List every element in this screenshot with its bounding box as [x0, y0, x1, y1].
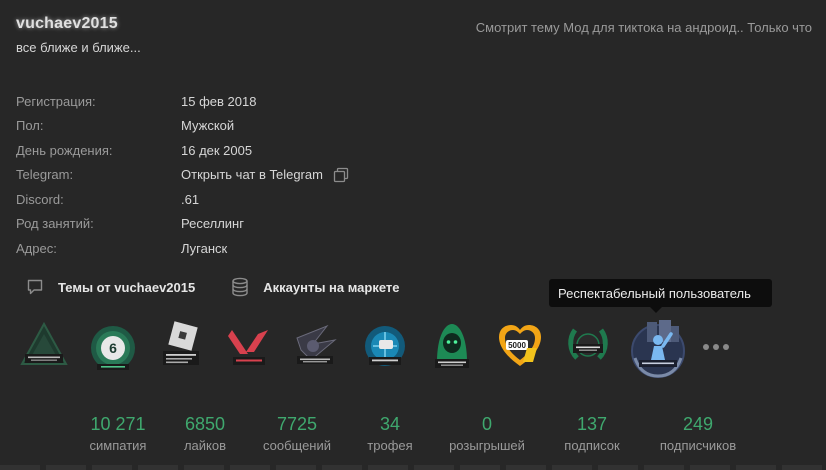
threads-link-label: Темы от vuchaev2015 — [58, 279, 196, 295]
stat-messages[interactable]: 7725 сообщений — [263, 413, 331, 453]
stat-label: лайков — [183, 438, 227, 453]
respectable-user-trophy-icon[interactable] — [627, 318, 689, 380]
info-row-address: Адрес: Луганск — [16, 236, 349, 261]
stat-subscribers[interactable]: 249 подписчиков — [660, 413, 736, 453]
profile-stats: 10 271 симпатия 6850 лайков 7725 сообщен… — [0, 413, 826, 470]
stat-value: 7725 — [276, 414, 318, 434]
info-row-telegram: Telegram: Открыть чат в Telegram — [16, 163, 349, 188]
stat-value: 6850 — [184, 414, 226, 434]
wings-trophy-icon[interactable] — [291, 318, 341, 380]
stat-label: подписчиков — [659, 438, 737, 453]
database-icon — [232, 277, 248, 297]
info-value: .61 — [181, 191, 200, 207]
stat-label: трофея — [367, 438, 413, 453]
triangle-trophy-icon[interactable] — [19, 318, 69, 380]
green-hood-trophy-icon[interactable] — [427, 318, 477, 380]
trophies-row: 6 5000 — [17, 318, 737, 384]
info-row-discord: Discord: .61 — [16, 187, 349, 212]
tooltip-arrow — [650, 307, 662, 313]
stat-value: 10 271 — [90, 414, 146, 434]
info-value: Реселлинг — [181, 216, 244, 232]
stat-value: 0 — [481, 414, 493, 434]
profile-links: Темы от vuchaev2015 Аккаунты на маркете — [26, 277, 436, 297]
stat-label: сообщений — [262, 438, 332, 453]
activity-status[interactable]: Смотрит тему Мод для тиктока на андроид.… — [476, 20, 812, 35]
info-row-occupation: Род занятий: Реселлинг — [16, 212, 349, 237]
user-status: все ближе и ближе... — [16, 40, 141, 55]
valorant-trophy-icon[interactable] — [224, 318, 274, 380]
info-row-gender: Пол: Мужской — [16, 114, 349, 139]
info-key: День рождения: — [16, 142, 113, 158]
info-key: Регистрация: — [16, 93, 96, 109]
telegram-link[interactable]: Открыть чат в Telegram — [181, 167, 323, 182]
stat-value: 249 — [682, 414, 714, 434]
stat-likes[interactable]: 6850 лайков — [184, 413, 226, 453]
rainbow-six-trophy-icon[interactable]: 6 — [88, 318, 138, 380]
tooltip-text: Респектабельный пользователь — [558, 285, 751, 301]
market-link-label: Аккаунты на маркете — [263, 279, 400, 295]
svg-text:6: 6 — [109, 340, 117, 356]
more-trophies-icon[interactable] — [703, 344, 729, 350]
info-key: Адрес: — [16, 240, 57, 256]
info-value: 15 фев 2018 — [181, 93, 257, 109]
bottom-divider — [0, 465, 826, 470]
laurel-5000-trophy-icon[interactable] — [563, 318, 613, 380]
info-key: Род занятий: — [16, 216, 94, 232]
heart-5000-trophy-icon[interactable]: 5000 — [495, 318, 545, 380]
info-key: Telegram: — [16, 167, 74, 183]
threads-link[interactable]: Темы от vuchaev2015 — [26, 278, 195, 296]
globe-trophy-icon[interactable] — [360, 318, 410, 380]
stat-giveaways[interactable]: 0 розыгрышей — [449, 413, 525, 453]
telegram-value: Открыть чат в Telegram — [181, 167, 349, 183]
profile-info: Регистрация: 15 фев 2018 Пол: Мужской Де… — [16, 89, 349, 261]
info-value: 16 дек 2005 — [181, 142, 253, 158]
roblox-trophy-icon[interactable] — [156, 318, 206, 380]
info-key: Пол: — [16, 118, 44, 134]
trophy-tooltip: Респектабельный пользователь — [549, 279, 772, 313]
market-link[interactable]: Аккаунты на маркете — [231, 277, 400, 297]
svg-text:5000: 5000 — [508, 341, 526, 350]
info-value: Мужской — [181, 118, 235, 134]
stat-value: 34 — [379, 414, 401, 434]
stat-subscriptions[interactable]: 137 подписок — [564, 413, 619, 453]
stat-label: симпатия — [89, 438, 147, 453]
info-row-birthday: День рождения: 16 дек 2005 — [16, 138, 349, 163]
info-row-registration: Регистрация: 15 фев 2018 — [16, 89, 349, 114]
stat-value: 137 — [576, 414, 608, 434]
stat-trophies[interactable]: 34 трофея — [367, 413, 412, 453]
comment-icon — [27, 279, 43, 295]
info-key: Discord: — [16, 191, 64, 207]
stat-label: розыгрышей — [449, 438, 525, 453]
username[interactable]: vuchaev2015 — [16, 15, 118, 33]
stat-label: подписок — [564, 438, 620, 453]
stat-sympathy[interactable]: 10 271 симпатия — [90, 413, 147, 453]
copy-icon[interactable] — [333, 167, 349, 183]
info-value: Луганск — [181, 240, 228, 256]
